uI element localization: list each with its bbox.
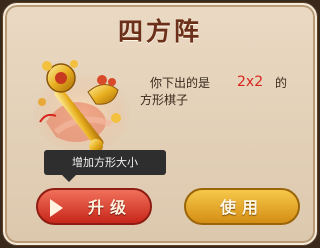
- description-line2: 方形棋子: [140, 93, 189, 107]
- upgrade-label: 升级: [87, 198, 132, 217]
- item-description: 你下出的是 2x2 的 方形棋子: [140, 74, 305, 109]
- dialog-title: 四方阵: [117, 17, 202, 46]
- use-button[interactable]: 使用: [184, 188, 300, 225]
- golden-scepter-icon: [32, 60, 132, 153]
- upgrade-button[interactable]: 升级: [36, 188, 152, 225]
- play-arrow-icon: [50, 199, 63, 217]
- description-highlight: 2x2: [237, 74, 264, 90]
- description-suffix: 的: [275, 76, 288, 90]
- upgrade-tooltip: 增加方形大小: [44, 150, 166, 182]
- description-prefix: 你下出的是: [150, 76, 211, 90]
